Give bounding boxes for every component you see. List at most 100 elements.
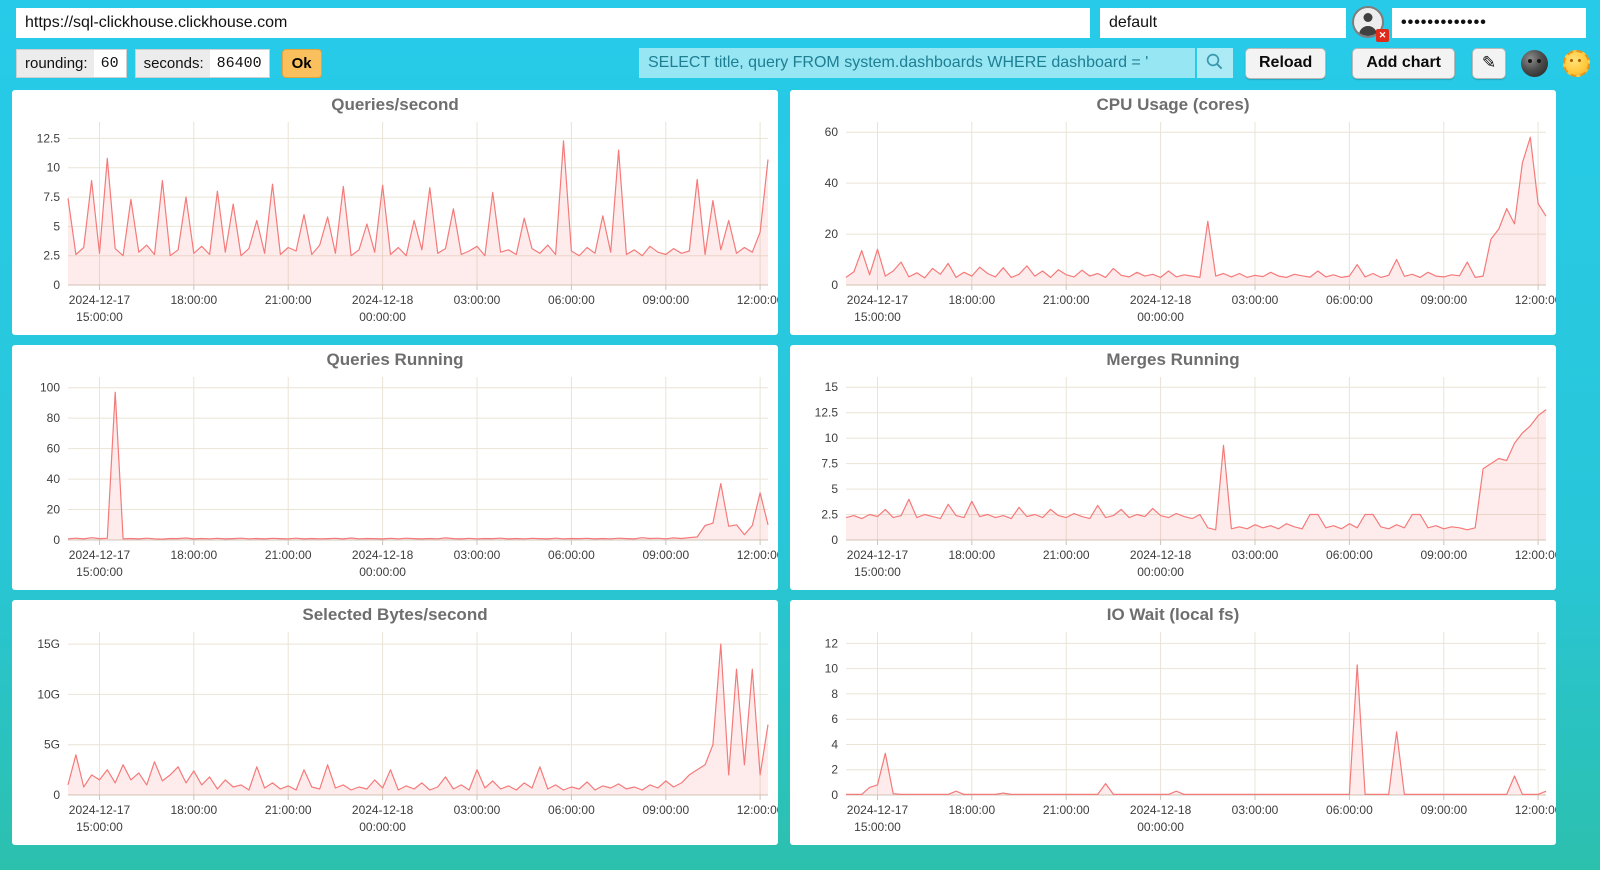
username-input[interactable] xyxy=(1100,8,1346,38)
svg-text:15G: 15G xyxy=(37,637,60,651)
svg-text:09:00:00: 09:00:00 xyxy=(642,803,689,817)
chart-card-io-wait: IO Wait (local fs) 0246810122024-12-1715… xyxy=(790,600,1556,845)
svg-text:2024-12-17: 2024-12-17 xyxy=(69,803,131,817)
chart-plot[interactable]: 0246810122024-12-1715:00:0018:00:0021:00… xyxy=(790,600,1556,845)
svg-text:4: 4 xyxy=(831,738,838,752)
svg-text:15:00:00: 15:00:00 xyxy=(76,820,123,834)
red-x-badge: ✕ xyxy=(1376,29,1389,42)
reload-button[interactable]: Reload xyxy=(1245,48,1326,79)
svg-text:09:00:00: 09:00:00 xyxy=(642,548,689,562)
svg-text:12.5: 12.5 xyxy=(37,131,61,145)
svg-text:00:00:00: 00:00:00 xyxy=(359,820,406,834)
svg-text:03:00:00: 03:00:00 xyxy=(1232,803,1279,817)
svg-text:10: 10 xyxy=(47,161,61,175)
light-theme-toggle[interactable] xyxy=(1563,50,1590,77)
ok-button[interactable]: Ok xyxy=(282,49,322,78)
svg-text:0: 0 xyxy=(831,278,838,292)
svg-text:2024-12-17: 2024-12-17 xyxy=(847,548,909,562)
svg-text:15:00:00: 15:00:00 xyxy=(854,565,901,579)
dashboard-query-input[interactable] xyxy=(639,48,1195,78)
chart-card-selected-bytes: Selected Bytes/second 05G10G15G2024-12-1… xyxy=(12,600,778,845)
svg-text:21:00:00: 21:00:00 xyxy=(1043,548,1090,562)
svg-text:18:00:00: 18:00:00 xyxy=(948,293,995,307)
svg-text:7.5: 7.5 xyxy=(43,190,60,204)
svg-text:06:00:00: 06:00:00 xyxy=(548,293,595,307)
svg-text:2024-12-18: 2024-12-18 xyxy=(352,548,414,562)
svg-text:7.5: 7.5 xyxy=(821,457,838,471)
svg-text:18:00:00: 18:00:00 xyxy=(170,293,217,307)
svg-text:06:00:00: 06:00:00 xyxy=(1326,803,1373,817)
svg-text:15:00:00: 15:00:00 xyxy=(854,820,901,834)
svg-text:09:00:00: 09:00:00 xyxy=(1420,803,1467,817)
pencil-icon: ✎ xyxy=(1482,53,1496,72)
svg-text:40: 40 xyxy=(47,472,61,486)
svg-text:10G: 10G xyxy=(37,687,60,701)
chart-card-queries-per-second: Queries/second 02.557.51012.52024-12-171… xyxy=(12,90,778,335)
dark-theme-toggle[interactable] xyxy=(1521,50,1548,77)
password-manager-icon[interactable]: ✕ xyxy=(1346,6,1392,40)
svg-text:5G: 5G xyxy=(44,738,60,752)
svg-text:60: 60 xyxy=(825,125,839,139)
svg-text:2.5: 2.5 xyxy=(43,249,60,263)
svg-text:21:00:00: 21:00:00 xyxy=(265,803,312,817)
svg-text:6: 6 xyxy=(831,712,838,726)
edit-button[interactable]: ✎ xyxy=(1472,48,1506,79)
svg-text:06:00:00: 06:00:00 xyxy=(548,548,595,562)
svg-text:15:00:00: 15:00:00 xyxy=(76,310,123,324)
svg-text:5: 5 xyxy=(53,219,60,233)
chart-plot[interactable]: 05G10G15G2024-12-1715:00:0018:00:0021:00… xyxy=(12,600,778,845)
svg-text:12:00:00: 12:00:00 xyxy=(737,803,778,817)
svg-text:12:00:00: 12:00:00 xyxy=(1515,803,1556,817)
svg-text:15: 15 xyxy=(825,380,839,394)
chart-card-queries-running: Queries Running 0204060801002024-12-1715… xyxy=(12,345,778,590)
svg-text:12:00:00: 12:00:00 xyxy=(737,548,778,562)
svg-text:2024-12-18: 2024-12-18 xyxy=(1130,293,1192,307)
url-input[interactable] xyxy=(16,8,1090,38)
svg-text:2024-12-17: 2024-12-17 xyxy=(847,803,909,817)
svg-text:06:00:00: 06:00:00 xyxy=(1326,548,1373,562)
svg-text:12:00:00: 12:00:00 xyxy=(1515,293,1556,307)
seconds-label: seconds: xyxy=(144,55,204,72)
rounding-input[interactable]: 60 xyxy=(94,50,126,77)
svg-text:12:00:00: 12:00:00 xyxy=(737,293,778,307)
svg-text:03:00:00: 03:00:00 xyxy=(454,293,501,307)
rounding-control: rounding: 60 xyxy=(16,49,127,78)
svg-text:20: 20 xyxy=(47,503,61,517)
search-icon xyxy=(1205,52,1224,74)
svg-text:03:00:00: 03:00:00 xyxy=(1232,293,1279,307)
svg-text:0: 0 xyxy=(53,533,60,547)
seconds-input[interactable]: 86400 xyxy=(210,50,269,77)
chart-plot[interactable]: 02.557.51012.5152024-12-1715:00:0018:00:… xyxy=(790,345,1556,590)
svg-text:12.5: 12.5 xyxy=(815,406,839,420)
svg-text:00:00:00: 00:00:00 xyxy=(359,565,406,579)
svg-text:2024-12-18: 2024-12-18 xyxy=(352,293,414,307)
svg-text:20: 20 xyxy=(825,227,839,241)
svg-text:03:00:00: 03:00:00 xyxy=(454,548,501,562)
svg-text:18:00:00: 18:00:00 xyxy=(948,548,995,562)
svg-text:00:00:00: 00:00:00 xyxy=(359,310,406,324)
svg-text:15:00:00: 15:00:00 xyxy=(854,310,901,324)
svg-text:00:00:00: 00:00:00 xyxy=(1137,310,1184,324)
svg-text:2.5: 2.5 xyxy=(821,508,838,522)
svg-text:21:00:00: 21:00:00 xyxy=(265,548,312,562)
svg-text:80: 80 xyxy=(47,411,61,425)
svg-text:15:00:00: 15:00:00 xyxy=(76,565,123,579)
password-input[interactable] xyxy=(1392,8,1586,38)
chart-card-cpu-usage: CPU Usage (cores) 02040602024-12-1715:00… xyxy=(790,90,1556,335)
svg-text:40: 40 xyxy=(825,176,839,190)
svg-text:60: 60 xyxy=(47,442,61,456)
seconds-control: seconds: 86400 xyxy=(135,49,270,78)
svg-text:0: 0 xyxy=(53,278,60,292)
chart-plot[interactable]: 0 20 40 60 2024-12-17 15:00:00 18:00:00 21:00:0… xyxy=(790,90,1556,335)
svg-text:09:00:00: 09:00:00 xyxy=(1420,293,1467,307)
add-chart-button[interactable]: Add chart xyxy=(1352,48,1455,79)
svg-text:2024-12-17: 2024-12-17 xyxy=(69,293,131,307)
svg-text:0: 0 xyxy=(831,788,838,802)
rounding-label: rounding: xyxy=(25,55,88,72)
chart-plot[interactable]: 0 2.5 5 7.5 10 12.5 2024-12-17 15:00:00 18:00:00… xyxy=(12,90,778,335)
svg-text:12: 12 xyxy=(825,636,839,650)
run-query-button[interactable] xyxy=(1197,48,1233,78)
chart-plot[interactable]: 0204060801002024-12-1715:00:0018:00:0021… xyxy=(12,345,778,590)
svg-text:21:00:00: 21:00:00 xyxy=(1043,293,1090,307)
svg-text:2024-12-17: 2024-12-17 xyxy=(847,293,909,307)
